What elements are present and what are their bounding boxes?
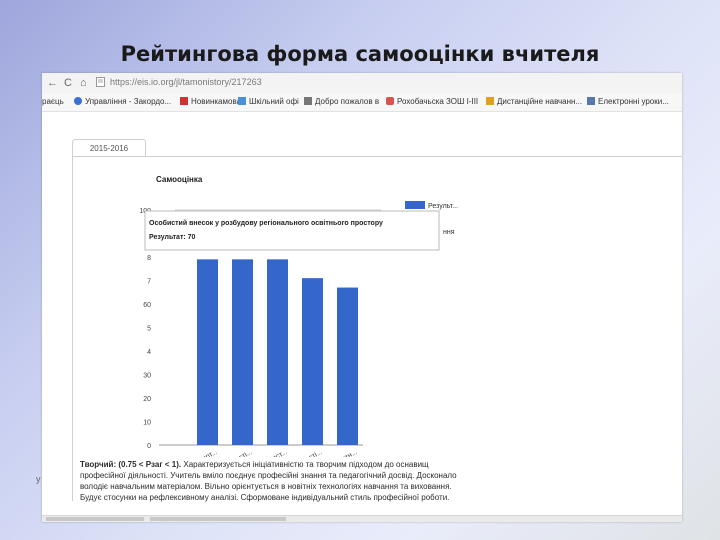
- reload-button[interactable]: C: [64, 76, 72, 90]
- chart-bar: [302, 278, 323, 445]
- tab-2015-2016[interactable]: 2015-2016: [72, 139, 146, 157]
- y-tick-label: 5: [147, 326, 151, 333]
- bookmark-icon: [74, 97, 82, 105]
- chart-bar: [267, 259, 288, 445]
- scrollbar-segment[interactable]: [150, 517, 286, 521]
- bookmark-item[interactable]: Шкільний офі: [238, 96, 299, 108]
- bookmark-icon: [238, 97, 246, 105]
- chart-tooltip: [144, 210, 440, 251]
- bookmark-item[interactable]: Управління - Закордо...: [74, 96, 171, 108]
- bookmark-icon: [180, 97, 188, 105]
- url-text[interactable]: https://eis.io.org/jl/tamonistory/217263: [110, 77, 262, 87]
- level-description: Творчий: (0.75 < Pзаг < 1). Характеризує…: [80, 459, 465, 503]
- legend-swatch: [405, 201, 425, 209]
- bookmark-icon: [386, 97, 394, 105]
- bookmark-item[interactable]: Дистанційне навчанн...: [486, 96, 582, 108]
- bookmarks-bar: раєць Управління - Закордо... Новинкамов…: [42, 93, 682, 112]
- y-tick-label: 8: [147, 255, 151, 262]
- y-tick-label: 60: [143, 302, 151, 309]
- level-heading: Творчий: (0.75 < Pзаг < 1).: [80, 460, 182, 469]
- bookmark-item[interactable]: раєць: [42, 96, 64, 108]
- y-tick-label: 10: [143, 420, 151, 427]
- home-button[interactable]: ⌂: [80, 76, 87, 90]
- bookmark-icon: [587, 97, 595, 105]
- y-tick-label: 30: [143, 373, 151, 380]
- tooltip-value: Результат: 70: [149, 234, 196, 241]
- scrollbar-segment[interactable]: [46, 517, 144, 521]
- page-icon: [96, 77, 105, 91]
- hash-icon: [304, 97, 312, 105]
- x-tick-label: Комунікативні якост...: [224, 448, 288, 457]
- edge-text-fragment: у: [36, 474, 41, 484]
- browser-window: ← C ⌂ https://eis.io.org/jl/tamonistory/…: [42, 73, 682, 522]
- y-tick-label: 20: [143, 396, 151, 403]
- bookmark-item[interactable]: Рохобачьска ЗОШ І-ІІІ: [386, 96, 478, 108]
- bookmark-item[interactable]: Новинкамова: [180, 96, 241, 108]
- address-bar: ← C ⌂ https://eis.io.org/jl/tamonistory/…: [42, 73, 682, 94]
- tab-panel: Самооцінка01020304560789100Професійна пі…: [72, 156, 682, 501]
- bookmark-item[interactable]: Добро пожалов в: [304, 96, 379, 108]
- legend-label: Результ...: [428, 203, 458, 210]
- y-tick-label: 0: [147, 443, 151, 450]
- y-tick-label: 4: [147, 349, 151, 356]
- chart-title: Самооцінка: [156, 175, 203, 184]
- x-tick-label: Професійна підгот...: [158, 448, 218, 457]
- chart-bar: [232, 259, 253, 445]
- folder-icon: [486, 97, 494, 105]
- chart-bar: [197, 259, 218, 445]
- y-tick-label: 7: [147, 279, 151, 286]
- self-assessment-chart: Самооцінка01020304560789100Професійна пі…: [139, 175, 458, 457]
- slide-title: Рейтингова форма самооцінки вчителя: [120, 42, 600, 66]
- chart-bar: [337, 287, 358, 445]
- back-button[interactable]: ←: [47, 76, 58, 90]
- bookmark-item[interactable]: Електронні уроки...: [587, 96, 669, 108]
- legend-extra-text: ння: [443, 229, 455, 236]
- horizontal-scrollbar[interactable]: [42, 515, 682, 522]
- tooltip-title: Особистий внесок у розбудову регіонально…: [149, 219, 383, 227]
